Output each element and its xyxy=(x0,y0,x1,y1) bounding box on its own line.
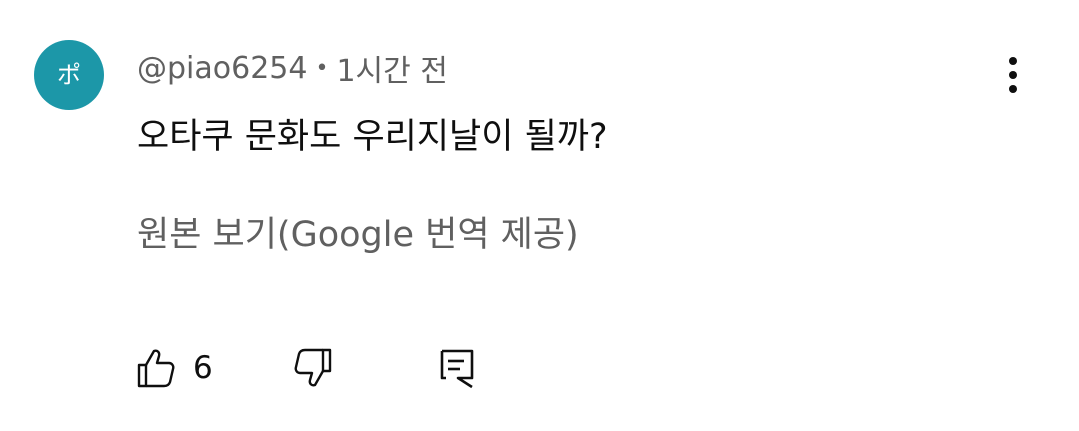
comment-text: 오타쿠 문화도 우리지날이 될까? xyxy=(137,117,608,157)
thumbs-down-outline-icon xyxy=(294,348,332,387)
meta-separator: • xyxy=(315,55,329,81)
thumbs-up-outline-icon xyxy=(137,349,175,388)
reply-button[interactable] xyxy=(434,344,478,392)
avatar-letter: ポ xyxy=(57,61,81,89)
comment-timestamp[interactable]: 1시간 전 xyxy=(336,46,447,90)
comment-item: ポ @piao6254 • 1시간 전 오타쿠 문화도 우리지날이 될까? 원본… xyxy=(0,0,1079,431)
like-button[interactable]: 6 xyxy=(133,344,213,392)
more-actions-button[interactable] xyxy=(990,52,1036,98)
comment-header: @piao6254 • 1시간 전 xyxy=(137,46,448,90)
author-name[interactable]: @piao6254 xyxy=(137,51,307,86)
like-count: 6 xyxy=(193,349,213,386)
avatar[interactable]: ポ xyxy=(34,40,104,110)
vertical-ellipsis-icon xyxy=(1009,57,1017,93)
comment-outline-icon xyxy=(440,349,474,389)
view-original-link[interactable]: 원본 보기(Google 번역 제공) xyxy=(137,211,579,259)
dislike-button[interactable] xyxy=(292,344,336,392)
